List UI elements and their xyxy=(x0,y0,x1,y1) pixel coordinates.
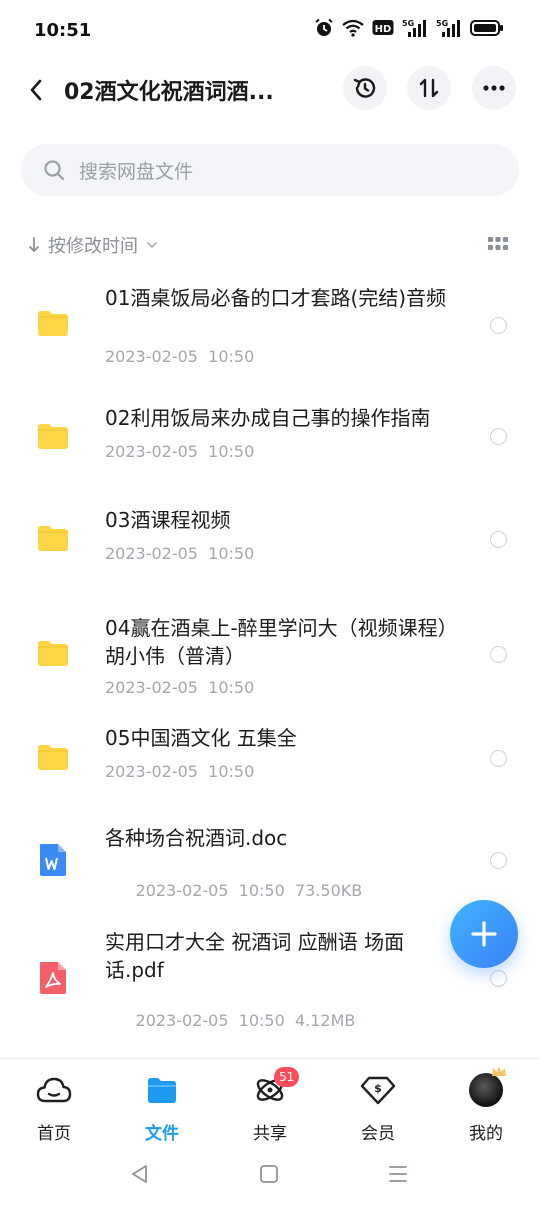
folder-icon xyxy=(38,641,68,666)
signal-label-2: 5G xyxy=(436,19,448,28)
crown-icon xyxy=(492,1066,506,1076)
history-button[interactable] xyxy=(343,66,387,110)
sort-row: 按修改时间 xyxy=(28,230,512,260)
svg-text:$: $ xyxy=(374,1082,382,1095)
bottom-nav: 首页 文件 51 共享 $ 会员 我的 xyxy=(0,1058,540,1148)
signal-icon-1: 5G xyxy=(402,19,426,37)
file-date: 2023-02-05 10:50 xyxy=(135,881,285,900)
select-checkbox[interactable] xyxy=(490,317,507,334)
file-size: 73.50KB xyxy=(294,881,363,900)
select-checkbox[interactable] xyxy=(490,852,507,869)
sort-arrows-icon xyxy=(419,78,439,98)
search-input[interactable]: 搜索网盘文件 xyxy=(21,144,519,196)
list-item[interactable]: 03酒课程视频 2023-02-05 10:50 xyxy=(0,484,540,586)
list-item[interactable]: 05中国酒文化 五集全 2023-02-05 10:50 xyxy=(0,708,540,808)
chevron-down-icon xyxy=(147,242,157,249)
home-square-icon[interactable] xyxy=(257,1162,281,1186)
nav-files-label: 文件 xyxy=(145,1124,179,1144)
avatar xyxy=(469,1066,506,1107)
folder-icon xyxy=(38,745,68,770)
file-date: 2023-02-05 10:50 xyxy=(105,347,255,366)
nav-me-label: 我的 xyxy=(469,1124,503,1144)
folder-icon xyxy=(38,311,68,336)
status-bar: 10:51 HD 5G 5G xyxy=(0,0,540,62)
back-triangle-icon[interactable] xyxy=(128,1162,152,1186)
nav-vip-label: 会员 xyxy=(361,1124,395,1144)
sort-label: 按修改时间 xyxy=(48,236,138,257)
plus-icon xyxy=(471,921,497,947)
file-date: 2023-02-05 10:50 xyxy=(135,1011,285,1030)
file-meta: 2023-02-05 10:50 4.12MB xyxy=(105,992,356,1049)
select-checkbox[interactable] xyxy=(490,531,507,548)
header: 02酒文化祝酒词酒... xyxy=(0,62,540,118)
notification-badge: 51 xyxy=(274,1067,300,1087)
signal-icon-2: 5G xyxy=(436,19,460,37)
diamond-dollar-icon: $ xyxy=(360,1076,396,1105)
search-placeholder: 搜索网盘文件 xyxy=(79,160,194,183)
menu-lines-icon[interactable] xyxy=(386,1162,410,1186)
file-date: 2023-02-05 10:50 xyxy=(105,544,255,563)
add-button[interactable] xyxy=(450,900,518,968)
file-name: 02利用饭局来办成自己事的操作指南 xyxy=(105,406,431,430)
battery-icon xyxy=(470,20,503,36)
folder-icon xyxy=(148,1078,176,1103)
nav-share[interactable]: 51 共享 xyxy=(230,1067,310,1144)
file-date: 2023-02-05 10:50 xyxy=(105,678,255,697)
nav-home[interactable]: 首页 xyxy=(14,1073,94,1144)
status-time: 10:51 xyxy=(34,20,92,41)
pdf-icon xyxy=(40,962,66,994)
file-date: 2023-02-05 10:50 xyxy=(105,762,255,781)
back-button[interactable] xyxy=(20,72,52,108)
signal-label-1: 5G xyxy=(402,19,414,28)
file-name: 各种场合祝酒词.doc xyxy=(105,826,288,850)
hd-label: HD xyxy=(375,24,392,35)
list-item[interactable]: 01酒桌饭局必备的口才套路(完结)音频 2023-02-05 10:50 xyxy=(0,270,540,382)
file-name: 05中国酒文化 五集全 xyxy=(105,726,297,750)
select-checkbox[interactable] xyxy=(490,970,507,987)
folder-icon xyxy=(38,526,68,551)
more-dots-icon xyxy=(483,85,505,91)
folder-icon xyxy=(38,424,68,449)
file-name: 01酒桌饭局必备的口才套路(完结)音频 xyxy=(105,286,447,310)
sort-button[interactable] xyxy=(407,66,451,110)
list-item[interactable]: 02利用饭局来办成自己事的操作指南 2023-02-05 10:50 xyxy=(0,382,540,484)
nav-vip[interactable]: $ 会员 xyxy=(338,1073,418,1144)
nav-share-label: 共享 xyxy=(253,1124,287,1144)
status-icons: HD 5G 5G xyxy=(314,18,504,38)
system-nav xyxy=(0,1150,540,1206)
list-item[interactable]: 各种场合祝酒词.doc 2023-02-05 10:50 73.50KB xyxy=(0,808,540,910)
more-button[interactable] xyxy=(472,66,516,110)
select-checkbox[interactable] xyxy=(490,646,507,663)
file-date: 2023-02-05 10:50 xyxy=(105,442,255,461)
list-item[interactable]: 04赢在酒桌上-醉里学问大（视频课程）胡小伟（普清） 2023-02-05 10… xyxy=(0,586,540,708)
search-icon xyxy=(44,160,65,181)
select-checkbox[interactable] xyxy=(490,428,507,445)
chevron-left-icon xyxy=(30,79,42,101)
file-size: 4.12MB xyxy=(294,1011,356,1030)
hd-icon: HD xyxy=(372,20,394,35)
select-checkbox[interactable] xyxy=(490,750,507,767)
grid-view-icon[interactable] xyxy=(488,236,508,252)
sort-selector[interactable]: 按修改时间 xyxy=(28,232,158,258)
history-icon xyxy=(353,78,376,98)
file-name: 实用口才大全 祝酒词 应酬语 场面话.pdf xyxy=(105,930,405,982)
file-name: 03酒课程视频 xyxy=(105,508,231,532)
wifi-icon xyxy=(342,19,364,37)
page-title: 02酒文化祝酒词酒... xyxy=(64,80,274,105)
nav-me[interactable]: 我的 xyxy=(446,1066,526,1144)
word-doc-icon xyxy=(40,844,66,876)
cloud-icon xyxy=(36,1077,72,1103)
file-name: 04赢在酒桌上-醉里学问大（视频课程）胡小伟（普清） xyxy=(105,616,448,668)
alarm-icon xyxy=(315,18,333,36)
nav-home-label: 首页 xyxy=(37,1124,71,1144)
arrow-down-icon xyxy=(29,237,39,253)
nav-files[interactable]: 文件 xyxy=(122,1073,202,1144)
